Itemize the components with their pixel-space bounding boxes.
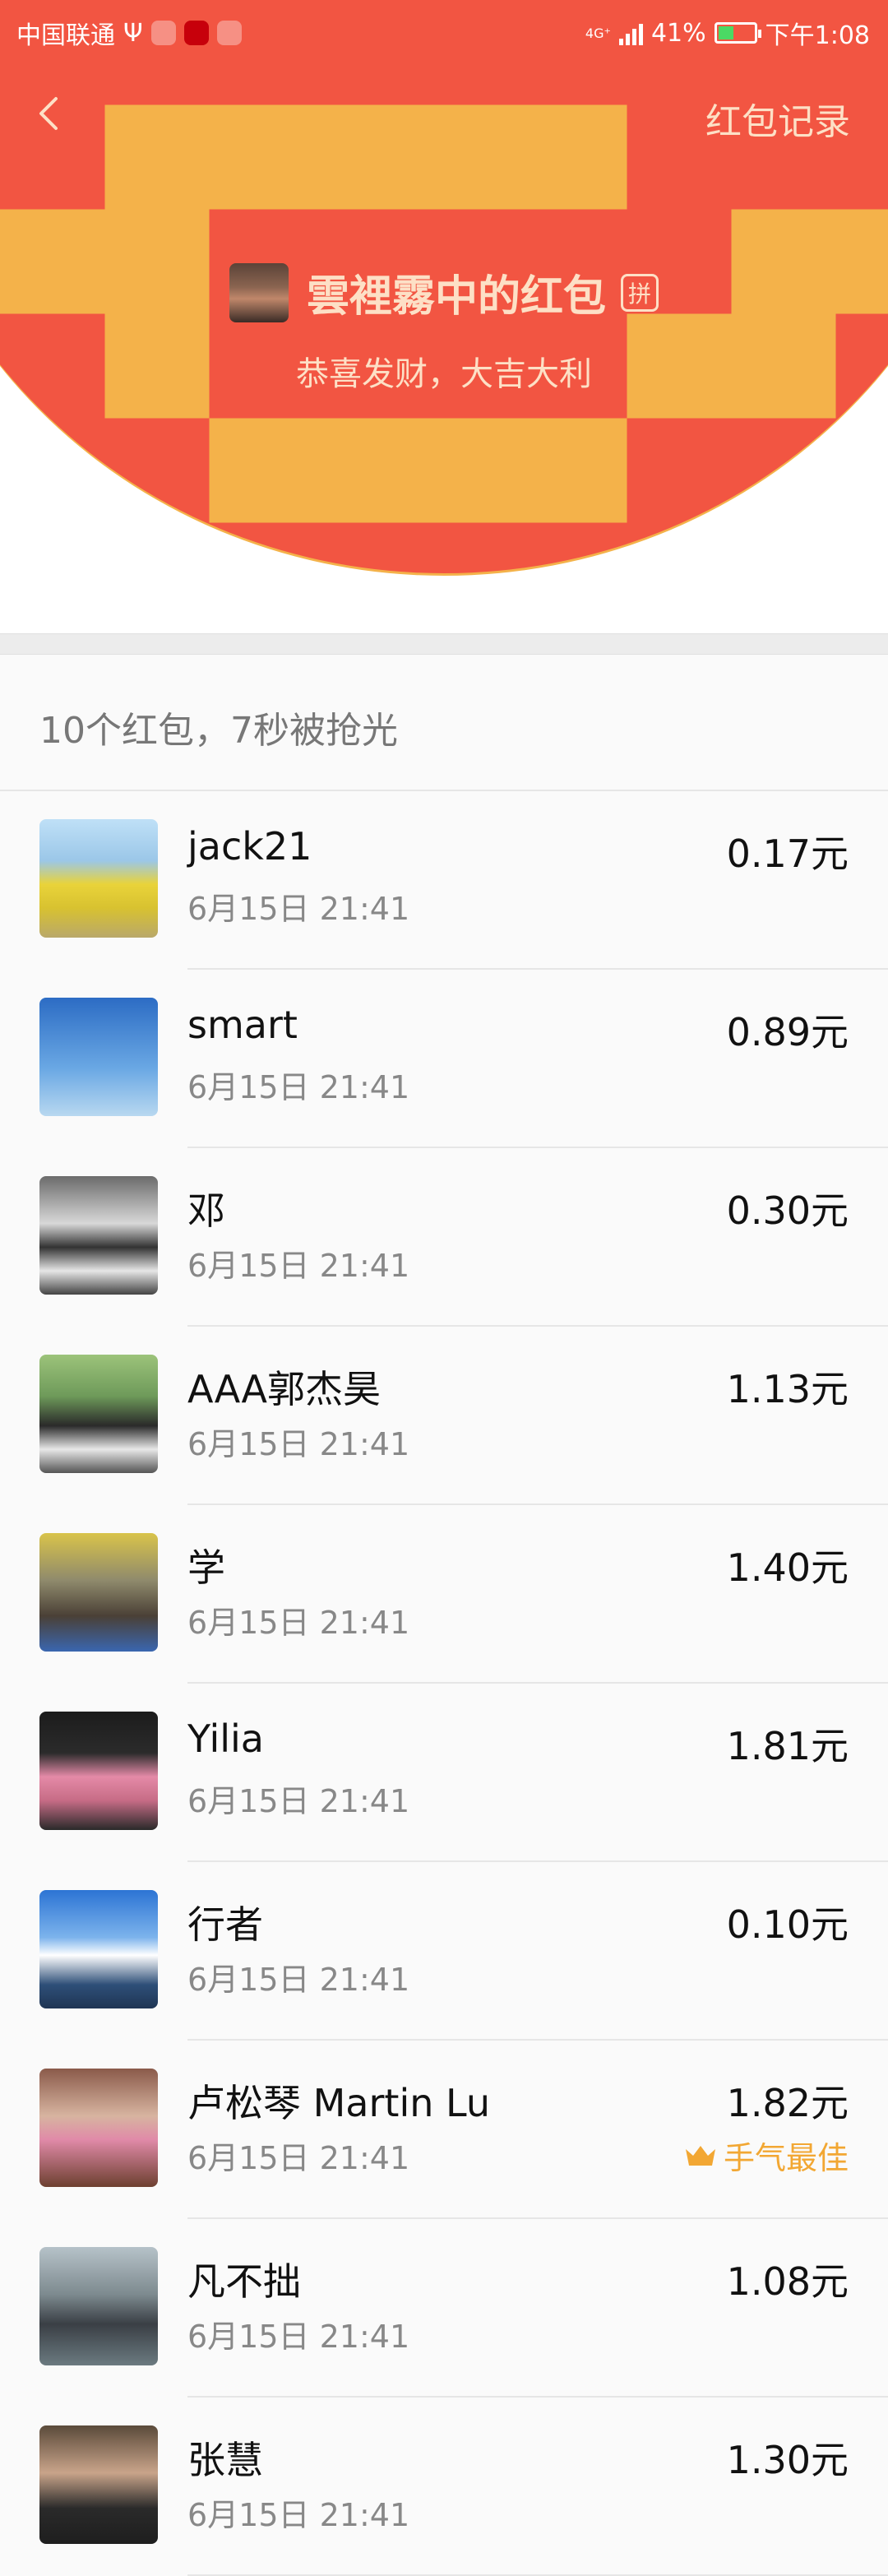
record-name: 凡不拙	[187, 2259, 301, 2304]
record-name: 张慧	[187, 2438, 263, 2482]
record-time: 6月15日 21:41	[187, 891, 410, 927]
record-row[interactable]: 学 6月15日 21:41 1.40元	[0, 1505, 888, 1684]
signal-icon	[618, 21, 643, 45]
record-name: jack21	[187, 824, 312, 869]
pin-badge: 拼	[621, 273, 659, 312]
avatar[interactable]	[39, 1176, 158, 1295]
record-name: 邓	[187, 1188, 225, 1233]
record-name: Yilia	[187, 1717, 264, 1761]
record-name: smart	[187, 1003, 298, 1047]
battery-percent: 41%	[650, 18, 706, 48]
usb-icon: Ψ	[123, 18, 143, 48]
chevron-left-icon	[39, 97, 58, 130]
record-amount: 0.10元	[726, 1902, 849, 1947]
record-amount: 1.13元	[726, 1367, 849, 1411]
sender-row: 雲裡霧中的红包 拼	[0, 262, 888, 323]
record-row[interactable]: 凡不拙 6月15日 21:41 1.08元	[0, 2219, 888, 2398]
record-time: 6月15日 21:41	[187, 1783, 410, 1819]
app-notification-icon-2	[216, 21, 242, 45]
record-amount: 1.40元	[726, 1545, 849, 1590]
record-amount: 1.08元	[726, 2259, 849, 2304]
record-row[interactable]: smart 6月15日 21:41 0.89元	[0, 970, 888, 1148]
status-bar: 中国联通 Ψ 4G⁺ 41% 下午1:08	[0, 0, 888, 59]
record-row[interactable]: AAA郭杰昊 6月15日 21:41 1.13元	[0, 1327, 888, 1505]
record-time: 6月15日 21:41	[187, 2497, 410, 2533]
record-row[interactable]: Yilia 6月15日 21:41 1.81元	[0, 1684, 888, 1862]
avatar[interactable]	[39, 1890, 158, 2008]
avatar[interactable]	[39, 2069, 158, 2187]
best-luck-badge: 手气最佳	[684, 2133, 849, 2178]
huawei-notification-icon	[183, 21, 209, 45]
avatar[interactable]	[39, 819, 158, 938]
avatar[interactable]	[39, 2425, 158, 2544]
record-time: 6月15日 21:41	[187, 1069, 410, 1105]
record-amount: 1.81元	[726, 1724, 849, 1768]
sender-title: 雲裡霧中的红包	[306, 272, 606, 322]
record-name: 卢松琴 Martin Lu	[187, 2081, 490, 2125]
sender-avatar[interactable]	[229, 262, 289, 322]
carrier-label: 中国联通	[16, 21, 115, 50]
back-button[interactable]	[26, 90, 72, 137]
record-amount: 0.30元	[726, 1188, 849, 1233]
record-time: 6月15日 21:41	[187, 2140, 410, 2176]
header: 中国联通 Ψ 4G⁺ 41% 下午1:08 红包记录 雲裡霧中的红包 拼 恭喜发…	[0, 0, 888, 642]
greeting-text: 恭喜发财，大吉大利	[296, 355, 592, 393]
record-time: 6月15日 21:41	[187, 2319, 410, 2355]
section-divider	[0, 633, 888, 655]
record-name: 行者	[187, 1902, 263, 1947]
record-time: 6月15日 21:41	[187, 1605, 410, 1641]
avatar[interactable]	[39, 1355, 158, 1473]
avatar[interactable]	[39, 2247, 158, 2365]
summary-text: 10个红包，7秒被抢光	[39, 710, 398, 752]
best-luck-label: 手气最佳	[723, 2140, 849, 2176]
clock: 下午1:08	[765, 21, 870, 50]
record-amount: 0.89元	[726, 1010, 849, 1054]
battery-icon	[714, 22, 761, 44]
record-time: 6月15日 21:41	[187, 1248, 410, 1284]
record-row[interactable]: jack21 6月15日 21:41 0.17元	[0, 791, 888, 970]
app-notification-icon	[150, 21, 176, 45]
avatar[interactable]	[39, 998, 158, 1116]
red-packet-record-link[interactable]: 红包记录	[705, 92, 850, 145]
avatar[interactable]	[39, 1533, 158, 1652]
record-amount: 1.82元	[726, 2081, 849, 2125]
record-amount: 0.17元	[726, 832, 849, 876]
record-time: 6月15日 21:41	[187, 1962, 410, 1998]
record-row[interactable]: 行者 6月15日 21:41 0.10元	[0, 1862, 888, 2041]
network-type-label: 4G⁺	[585, 25, 611, 41]
record-row[interactable]: 邓 6月15日 21:41 0.30元	[0, 1148, 888, 1327]
record-row[interactable]: 张慧 6月15日 21:41 1.30元	[0, 2398, 888, 2576]
record-list: jack21 6月15日 21:41 0.17元 smart 6月15日 21:41 0.…	[0, 791, 888, 2576]
record-time: 6月15日 21:41	[187, 1426, 410, 1462]
crown-icon	[685, 2145, 715, 2166]
record-amount: 1.30元	[726, 2438, 849, 2482]
record-name: AAA郭杰昊	[187, 1367, 381, 1411]
avatar[interactable]	[39, 1712, 158, 1830]
record-row[interactable]: 卢松琴 Martin Lu 6月15日 21:41 1.82元手气最佳	[0, 2041, 888, 2219]
record-name: 学	[187, 1545, 225, 1590]
